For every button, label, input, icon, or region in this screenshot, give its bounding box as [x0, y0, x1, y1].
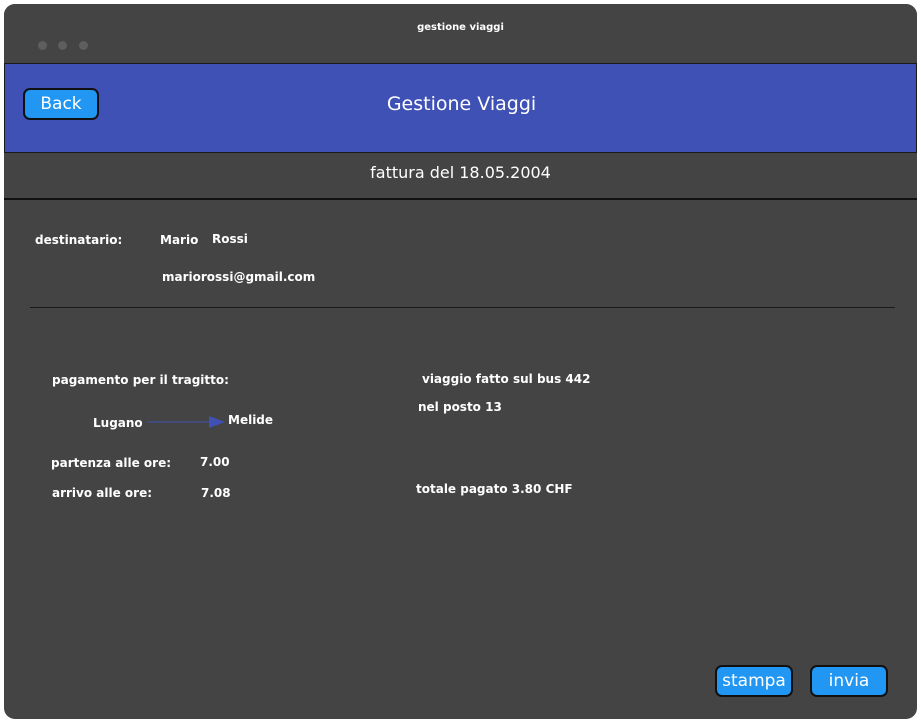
route-from: Lugano: [93, 416, 143, 430]
arrival-label: arrivo alle ore:: [52, 486, 153, 500]
send-button[interactable]: invia: [810, 665, 888, 697]
window-titlebar: gestione viaggi: [4, 4, 917, 63]
route-to: Melide: [228, 413, 274, 427]
print-button[interactable]: stampa: [715, 665, 793, 697]
departure-label: partenza alle ore:: [51, 456, 172, 470]
app-header: Back Gestione Viaggi: [4, 63, 917, 153]
bus-info: viaggio fatto sul bus 442: [422, 372, 591, 386]
route-arrow-icon: [147, 416, 225, 428]
app-title: Gestione Viaggi: [386, 93, 537, 115]
recipient-label: destinatario:: [35, 233, 123, 247]
departure-time: 7.00: [200, 455, 230, 469]
invoice-header: fattura del 18.05.2004: [4, 153, 917, 200]
window-maximize-dot-icon[interactable]: [79, 41, 88, 50]
section-divider: [30, 307, 895, 308]
recipient-first-name: Mario: [160, 233, 199, 247]
seat-info: nel posto 13: [418, 400, 502, 414]
window-close-dot-icon[interactable]: [38, 41, 47, 50]
app-window: gestione viaggi Back Gestione Viaggi fat…: [4, 4, 917, 719]
payment-route-label: pagamento per il tragitto:: [52, 373, 229, 387]
window-minimize-dot-icon[interactable]: [58, 41, 67, 50]
recipient-email: mariorossi@gmail.com: [162, 270, 316, 284]
total-paid: totale pagato 3.80 CHF: [416, 482, 573, 496]
invoice-title: fattura del 18.05.2004: [370, 163, 551, 182]
arrival-time: 7.08: [201, 486, 231, 500]
window-title: gestione viaggi: [417, 22, 504, 33]
recipient-last-name: Rossi: [212, 232, 248, 246]
